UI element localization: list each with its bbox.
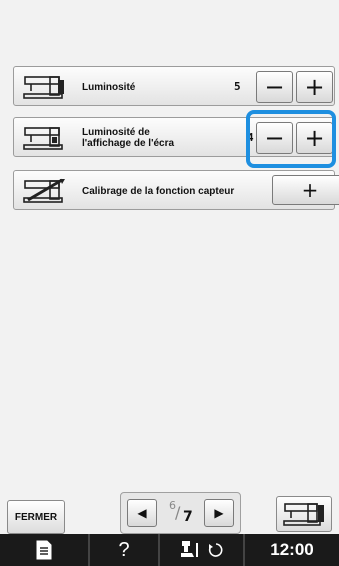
arrow-right-icon: ▶ xyxy=(214,506,224,520)
brightness-stepper: − + xyxy=(256,71,333,103)
document-button[interactable] xyxy=(0,534,90,566)
brightness-minus-button[interactable]: − xyxy=(256,71,293,103)
document-icon xyxy=(36,540,52,560)
machine-settings-button[interactable] xyxy=(276,496,332,532)
setting-label-line2: l'affichage de l'écra xyxy=(82,138,175,149)
settings-screen: Luminosité 5 − + Luminosité de l'afficha… xyxy=(0,0,339,534)
sensor-calibration-icon xyxy=(23,178,65,203)
page-navigator: ◀ 6 / 7 ▶ xyxy=(120,492,241,534)
brightness-value: 5 xyxy=(234,80,241,93)
screen-brightness-plus-button[interactable]: + xyxy=(296,122,333,154)
setting-row-screen-brightness: Luminosité de l'affichage de l'écra 4 − … xyxy=(13,117,335,157)
previous-page-button[interactable]: ◀ xyxy=(127,499,157,527)
status-bar: ? 12:00 xyxy=(0,534,339,566)
setting-label-line1: Luminosité de xyxy=(82,127,150,138)
sensor-calibration-button[interactable]: + xyxy=(272,175,339,205)
setting-row-sensor-calibration: Calibrage de la fonction capteur + xyxy=(13,170,339,210)
sewing-machine-screen-icon xyxy=(23,127,63,150)
setting-label: Luminosité xyxy=(82,82,136,93)
rotate-icon xyxy=(208,543,222,557)
page-indicator: 6 / 7 xyxy=(165,499,197,527)
clock: 12:00 xyxy=(270,540,314,559)
screen-brightness-stepper: − + xyxy=(256,122,333,154)
presser-foot-icon xyxy=(180,541,198,557)
sewing-machine-icon xyxy=(283,503,324,526)
sewing-machine-icon xyxy=(23,76,64,99)
total-pages: 7 xyxy=(183,509,193,525)
presser-foot-status xyxy=(160,534,245,566)
brightness-plus-button[interactable]: + xyxy=(296,71,333,103)
screen-brightness-value: 4 xyxy=(247,131,254,144)
screen-brightness-minus-button[interactable]: − xyxy=(256,122,293,154)
setting-label: Calibrage de la fonction capteur xyxy=(82,186,235,197)
arrow-left-icon: ◀ xyxy=(137,506,147,520)
help-button[interactable]: ? xyxy=(90,534,160,566)
close-button[interactable]: FERMER xyxy=(7,500,65,534)
page-separator: / xyxy=(175,503,181,522)
help-icon: ? xyxy=(118,538,130,561)
next-page-button[interactable]: ▶ xyxy=(204,499,234,527)
setting-row-brightness: Luminosité 5 − + xyxy=(13,66,335,106)
